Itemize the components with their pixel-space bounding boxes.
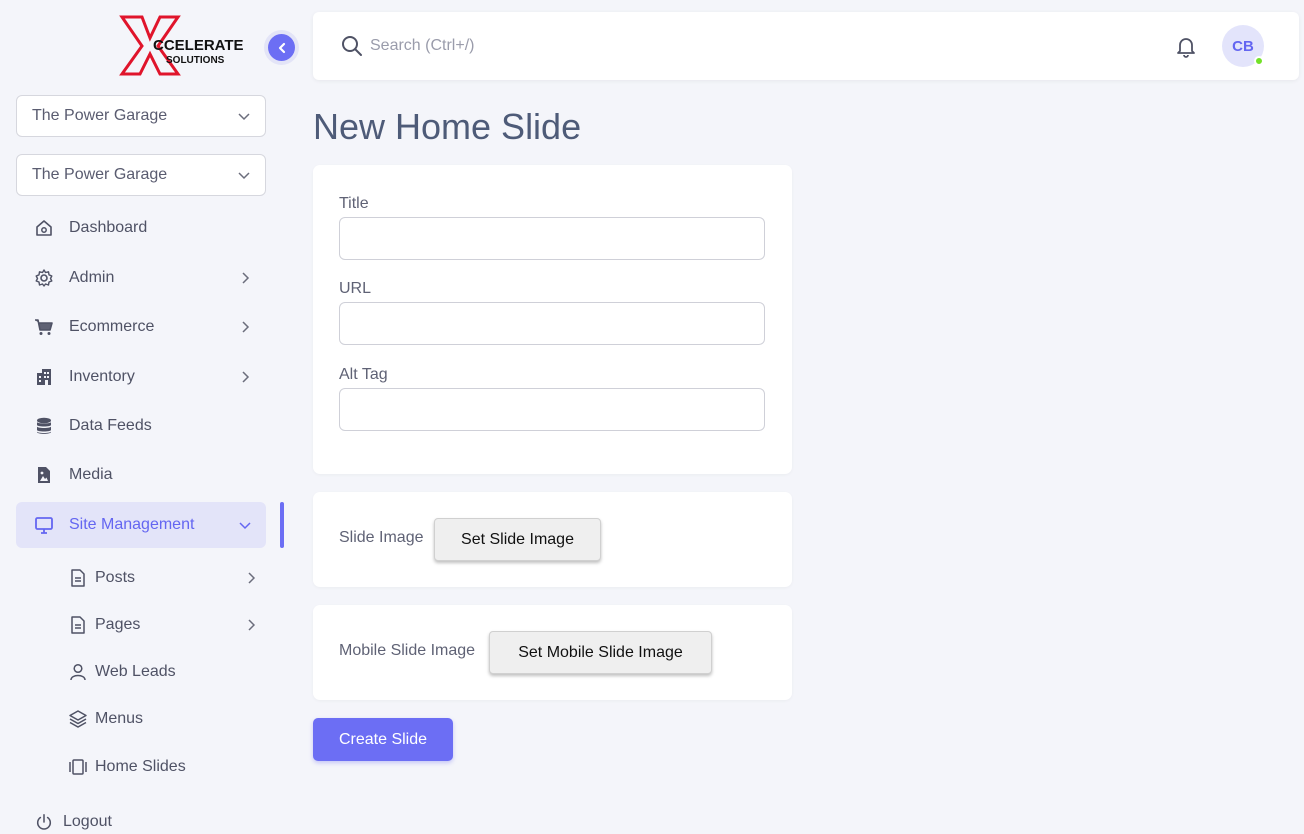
- sidebar-item-ecommerce[interactable]: Ecommerce: [16, 304, 266, 350]
- dealer-select[interactable]: The Power Garage: [16, 95, 266, 137]
- database-icon: [34, 416, 54, 436]
- set-mobile-slide-image-button[interactable]: Set Mobile Slide Image: [489, 631, 712, 674]
- xcelerate-logo[interactable]: CCELERATE SOLUTIONS: [30, 14, 260, 80]
- avatar[interactable]: CB: [1222, 25, 1264, 67]
- sidebar-subitem-posts[interactable]: Posts: [68, 558, 258, 598]
- slide-image-card: Slide Image Set Slide Image: [313, 492, 792, 587]
- search-input[interactable]: [370, 32, 770, 60]
- chevron-right-icon: [244, 571, 258, 585]
- set-slide-image-button[interactable]: Set Slide Image: [434, 518, 601, 561]
- page-title: New Home Slide: [313, 106, 582, 147]
- layers-icon: [68, 709, 88, 729]
- sidebar-subitem-label: Home Slides: [95, 758, 186, 775]
- gear-icon: [34, 268, 54, 288]
- sidebar-subitem-home-slides[interactable]: Home Slides: [68, 747, 258, 787]
- logo-subtext: SOLUTIONS: [166, 55, 225, 66]
- home-icon: [34, 218, 54, 238]
- sidebar-item-dashboard[interactable]: Dashboard: [16, 205, 266, 251]
- logo-text: CCELERATE: [153, 37, 244, 54]
- power-icon: [34, 812, 54, 832]
- slide-details-card: Title URL Alt Tag: [313, 165, 792, 474]
- sidebar-subitem-label: Menus: [95, 710, 144, 727]
- online-status-dot: [1254, 56, 1264, 66]
- user-icon: [68, 662, 88, 682]
- chevron-left-icon: [278, 42, 285, 53]
- alt-tag-label: Alt Tag: [339, 366, 388, 383]
- sidebar-item-site-management[interactable]: Site Management: [16, 502, 266, 548]
- top-bar: CB: [313, 12, 1299, 80]
- bell-icon[interactable]: [1174, 34, 1198, 58]
- sidebar-subitem-pages[interactable]: Pages: [68, 605, 258, 645]
- sidebar-item-label: Admin: [69, 269, 115, 286]
- avatar-initials: CB: [1232, 37, 1254, 55]
- sidebar-item-label: Ecommerce: [69, 318, 155, 335]
- chevron-right-icon: [244, 618, 258, 632]
- chevron-right-icon: [238, 370, 252, 384]
- sidebar-subitem-label: Web Leads: [95, 663, 176, 680]
- slides-icon: [68, 757, 88, 777]
- search-icon: [342, 36, 362, 56]
- title-label: Title: [339, 195, 369, 212]
- url-input[interactable]: [339, 302, 765, 345]
- collapse-sidebar-button[interactable]: [268, 34, 295, 61]
- sidebar-subitem-label: Pages: [95, 616, 141, 633]
- sidebar-item-data-feeds[interactable]: Data Feeds: [16, 403, 266, 449]
- dealer-select-value: The Power Garage: [32, 107, 168, 124]
- cart-icon: [34, 317, 54, 337]
- site-select[interactable]: The Power Garage: [16, 154, 266, 196]
- sidebar-subitem-menus[interactable]: Menus: [68, 699, 258, 739]
- slide-image-label: Slide Image: [339, 529, 424, 546]
- alt-tag-input[interactable]: [339, 388, 765, 431]
- active-indicator: [280, 502, 284, 548]
- mobile-slide-image-label: Mobile Slide Image: [339, 642, 476, 659]
- document-icon: [68, 568, 88, 588]
- mobile-slide-image-card: Mobile Slide Image Set Mobile Slide Imag…: [313, 605, 792, 700]
- site-select-value: The Power Garage: [32, 166, 168, 183]
- sidebar-item-label: Media: [69, 466, 113, 483]
- monitor-icon: [34, 515, 54, 535]
- sidebar-item-admin[interactable]: Admin: [16, 255, 266, 301]
- chevron-right-icon: [238, 271, 252, 285]
- chevron-right-icon: [238, 320, 252, 334]
- logout-label: Logout: [63, 813, 112, 830]
- sidebar-item-label: Dashboard: [69, 219, 148, 236]
- sidebar-item-inventory[interactable]: Inventory: [16, 354, 266, 400]
- sidebar-item-media[interactable]: Media: [16, 452, 266, 498]
- chevron-down-icon: [238, 113, 250, 121]
- url-label: URL: [339, 280, 372, 297]
- sidebar: CCELERATE SOLUTIONS The Power Garage The…: [0, 0, 295, 834]
- document-icon: [68, 615, 88, 635]
- image-file-icon: [34, 465, 54, 485]
- building-icon: [34, 367, 54, 387]
- title-input[interactable]: [339, 217, 765, 260]
- create-slide-button[interactable]: Create Slide: [313, 718, 453, 761]
- sidebar-subitem-label: Posts: [95, 569, 136, 586]
- chevron-down-icon: [238, 172, 250, 180]
- sidebar-item-label: Data Feeds: [69, 417, 152, 434]
- chevron-down-icon: [238, 518, 252, 532]
- logout-button[interactable]: Logout: [16, 799, 266, 834]
- sidebar-subitem-web-leads[interactable]: Web Leads: [68, 652, 258, 692]
- sidebar-item-label: Site Management: [69, 516, 195, 533]
- sidebar-item-label: Inventory: [69, 368, 135, 385]
